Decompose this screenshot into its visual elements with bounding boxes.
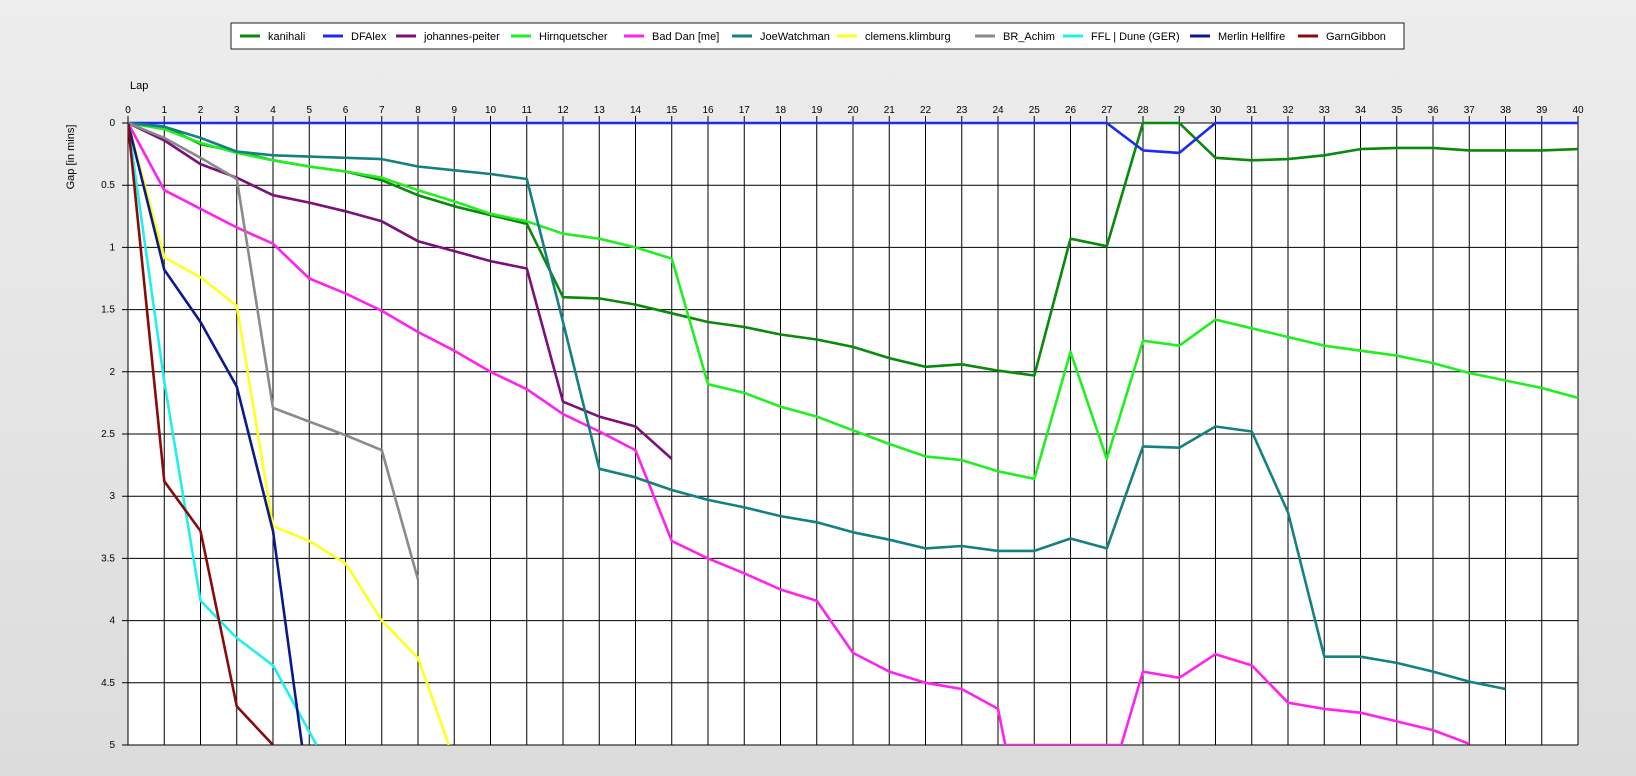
y-tick-label: 0.5 <box>101 180 115 191</box>
y-tick-label: 3.5 <box>101 553 115 564</box>
x-tick-label: 4 <box>270 105 276 116</box>
x-tick-label: 16 <box>702 105 714 116</box>
x-tick-label: 2 <box>198 105 204 116</box>
x-tick-labels: 0 1 2 3 4 5 6 7 8 9 10 11 12 13 14 15 16 17 18 19 20 21 22 23 24… <box>125 105 1584 116</box>
y-axis-label: Gap [in mins] <box>65 125 77 190</box>
x-tick-label: 13 <box>594 105 606 116</box>
x-tick-label: 12 <box>557 105 569 116</box>
x-tick-label: 1 <box>161 105 167 116</box>
y-tick-label: 0 <box>109 118 115 129</box>
x-tick-label: 30 <box>1210 105 1222 116</box>
legend-label: Bad Dan [me] <box>652 31 719 43</box>
x-tick-label: 3 <box>234 105 240 116</box>
x-tick-label: 23 <box>956 105 968 116</box>
x-tick-label: 14 <box>630 105 642 116</box>
x-tick-label: 20 <box>847 105 859 116</box>
x-tick-label: 9 <box>451 105 457 116</box>
x-tick-label: 7 <box>379 105 385 116</box>
y-tick-label: 2 <box>109 367 115 378</box>
x-tick-label: 27 <box>1101 105 1113 116</box>
x-tick-label: 34 <box>1355 105 1367 116</box>
legend-label: JoeWatchman <box>760 31 830 43</box>
x-tick-label: 38 <box>1500 105 1512 116</box>
gap-chart: kanihali DFAlex johannes-peiter Hirnquetsch… <box>65 22 1584 751</box>
x-tick-label: 6 <box>343 105 349 116</box>
y-tick-label: 4 <box>109 616 115 627</box>
legend-label: Merlin Hellfire <box>1218 31 1285 43</box>
x-tick-label: 15 <box>666 105 678 116</box>
legend-label: johannes-peiter <box>423 31 500 43</box>
x-tick-label: 18 <box>775 105 787 116</box>
x-tick-label: 35 <box>1391 105 1403 116</box>
y-tick-label: 5 <box>109 740 115 751</box>
x-tick-label: 5 <box>306 105 312 116</box>
legend-label: clemens.klimburg <box>865 31 951 43</box>
y-tick-labels: 0 0.5 1 1.5 2 2.5 3 3.5 4 4.5 5 <box>101 118 115 751</box>
x-tick-label: 29 <box>1174 105 1186 116</box>
x-tick-label: 8 <box>415 105 421 116</box>
x-tick-label: 39 <box>1536 105 1548 116</box>
x-tick-label: 11 <box>522 105 533 116</box>
x-tick-label: 19 <box>811 105 823 116</box>
x-tick-label: 33 <box>1319 105 1331 116</box>
x-tick-label: 26 <box>1065 105 1077 116</box>
x-tick-label: 28 <box>1137 105 1149 116</box>
x-tick-label: 21 <box>884 105 896 116</box>
x-tick-label: 0 <box>125 105 131 116</box>
legend-label: DFAlex <box>351 31 387 43</box>
x-tick-label: 22 <box>920 105 932 116</box>
x-tick-label: 25 <box>1029 105 1041 116</box>
legend-label: FFL | Dune (GER) <box>1091 31 1180 43</box>
x-tick-label: 10 <box>485 105 497 116</box>
x-tick-label: 36 <box>1427 105 1439 116</box>
y-tick-label: 4.5 <box>101 678 115 689</box>
x-tick-label: 17 <box>739 105 751 116</box>
legend-label: Hirnquetscher <box>539 31 608 43</box>
x-tick-label: 37 <box>1464 105 1476 116</box>
x-tick-label: 31 <box>1246 105 1258 116</box>
legend-label: GarnGibbon <box>1326 31 1386 43</box>
legend-label: BR_Achim <box>1003 31 1055 43</box>
y-tick-label: 1 <box>109 242 115 253</box>
x-tick-label: 24 <box>992 105 1004 116</box>
y-tick-label: 2.5 <box>101 429 115 440</box>
y-tick-label: 3 <box>109 491 115 502</box>
legend-label: kanihali <box>268 31 305 43</box>
x-axis-label: Lap <box>130 80 148 92</box>
x-tick-label: 32 <box>1282 105 1294 116</box>
y-tick-label: 1.5 <box>101 305 115 316</box>
x-tick-label: 40 <box>1572 105 1584 116</box>
